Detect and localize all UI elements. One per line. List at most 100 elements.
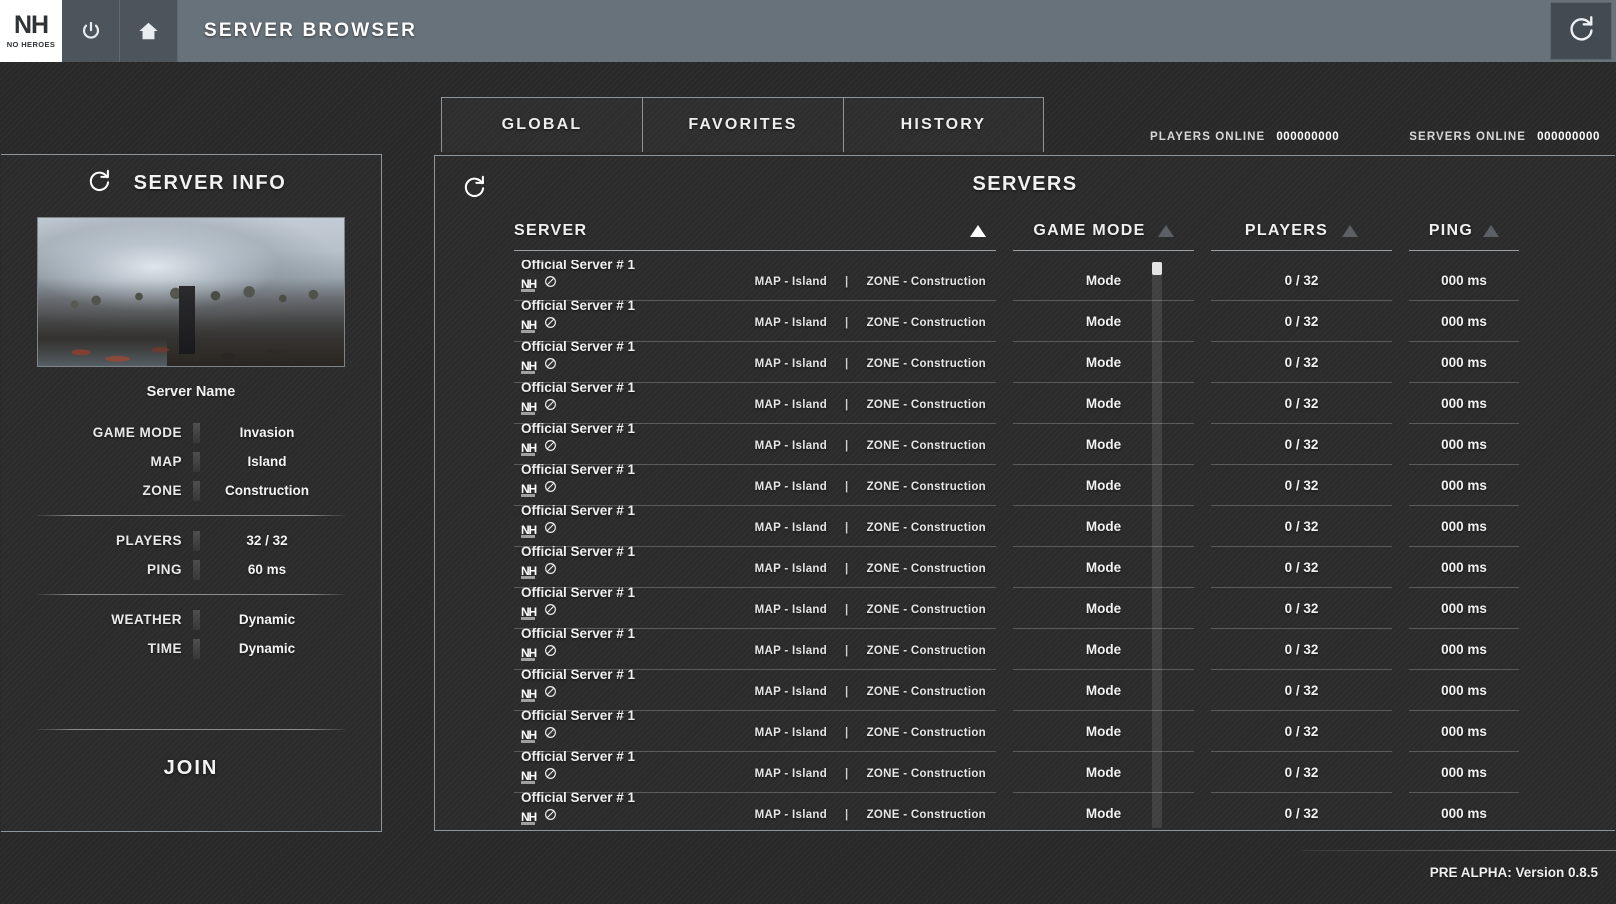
table-row[interactable]: Official Server # 1 NH MAP - Island | ZONE -… <box>514 749 1601 793</box>
table-row[interactable]: Official Server # 1 NH MAP - Island | ZONE -… <box>514 544 1601 588</box>
table-row[interactable]: Official Server # 1 NH MAP - Island | ZONE -… <box>514 462 1601 506</box>
nh-badge-icon: NH <box>521 359 537 374</box>
server-row-meta-separator: | <box>845 604 849 616</box>
power-button[interactable] <box>62 0 120 62</box>
no-entry-icon <box>544 767 557 785</box>
server-row-map: MAP - Island <box>754 604 828 616</box>
online-stats: PLAYERS ONLINE 000000000 SERVERS ONLINE … <box>1150 131 1600 143</box>
table-row[interactable]: Official Server # 1 NH MAP - Island | ZONE -… <box>514 790 1601 826</box>
server-cell[interactable]: Official Server # 1 NH MAP - Island | ZONE -… <box>514 339 996 383</box>
server-row-name: Official Server # 1 <box>521 380 636 395</box>
server-row-map: MAP - Island <box>754 481 828 493</box>
table-row[interactable]: Official Server # 1 NH MAP - Island | ZONE -… <box>514 380 1601 424</box>
table-row[interactable]: Official Server # 1 NH MAP - Island | ZONE -… <box>514 708 1601 752</box>
game-mode-cell: Mode <box>1013 260 1194 301</box>
info-value-ping: 60 ms <box>247 562 287 577</box>
server-cell[interactable]: Official Server # 1 NH MAP - Island | ZONE -… <box>514 462 996 506</box>
column-header-server[interactable]: SERVER <box>514 212 996 251</box>
table-row[interactable]: Official Server # 1 NH MAP - Island | ZONE -… <box>514 260 1601 301</box>
no-entry-icon <box>544 357 557 375</box>
tab-global[interactable]: GLOBAL <box>441 97 642 152</box>
column-header-game-mode[interactable]: GAME MODE <box>1013 212 1194 251</box>
players-cell: 0 / 32 <box>1211 260 1392 301</box>
server-row-icons: NH <box>521 480 557 498</box>
tab-favorites[interactable]: FAVORITES <box>642 97 843 152</box>
sort-arrow-server-icon[interactable] <box>970 225 986 237</box>
tab-history[interactable]: HISTORY <box>843 97 1044 152</box>
server-row-meta-separator: | <box>845 686 849 698</box>
power-icon <box>80 20 102 42</box>
header-refresh-button[interactable] <box>1550 2 1612 60</box>
home-button[interactable] <box>120 0 178 62</box>
server-row-zone: ZONE - Construction <box>866 522 986 534</box>
server-row-map: MAP - Island <box>754 686 828 698</box>
server-cell[interactable]: Official Server # 1 NH MAP - Island | ZONE -… <box>514 585 996 629</box>
table-row[interactable]: Official Server # 1 NH MAP - Island | ZONE -… <box>514 626 1601 670</box>
server-cell[interactable]: Official Server # 1 NH MAP - Island | ZONE -… <box>514 790 996 826</box>
ping-cell: 000 ms <box>1409 301 1519 342</box>
server-cell[interactable]: Official Server # 1 NH MAP - Island | ZONE -… <box>514 298 996 342</box>
info-value-time: Dynamic <box>238 641 296 656</box>
players-cell: 0 / 32 <box>1211 301 1392 342</box>
server-info-group-bottom: WEATHER Dynamic TIME Dynamic <box>37 605 345 663</box>
servers-table-body[interactable]: Official Server # 1 NH MAP - Island | ZONE -… <box>514 260 1601 826</box>
server-row-meta: MAP - Island | ZONE - Construction <box>755 440 986 452</box>
no-entry-icon <box>544 644 557 662</box>
server-row-icons: NH <box>521 398 557 416</box>
server-row-zone: ZONE - Construction <box>866 563 986 575</box>
sort-arrow-players-icon[interactable] <box>1342 225 1359 237</box>
table-row[interactable]: Official Server # 1 NH MAP - Island | ZONE -… <box>514 503 1601 547</box>
ping-cell: 000 ms <box>1409 670 1519 711</box>
players-cell: 0 / 32 <box>1211 342 1392 383</box>
info-value-zone: Construction <box>225 483 309 498</box>
server-row-map: MAP - Island <box>754 768 828 780</box>
servers-refresh-button[interactable] <box>461 174 487 205</box>
players-cell: 0 / 32 <box>1211 506 1392 547</box>
top-header-bar: NH NO HEROES SERVER BROWSER <box>0 0 1616 62</box>
server-cell[interactable]: Official Server # 1 NH MAP - Island | ZONE -… <box>514 544 996 588</box>
join-divider <box>37 729 345 730</box>
server-cell[interactable]: Official Server # 1 NH MAP - Island | ZONE -… <box>514 260 996 301</box>
table-row[interactable]: Official Server # 1 NH MAP - Island | ZONE -… <box>514 585 1601 629</box>
table-row[interactable]: Official Server # 1 NH MAP - Island | ZONE -… <box>514 339 1601 383</box>
ping-cell: 000 ms <box>1409 711 1519 752</box>
players-cell: 0 / 32 <box>1211 588 1392 629</box>
server-row-meta-separator: | <box>845 809 849 821</box>
nh-badge-icon: NH <box>521 728 537 743</box>
servers-scrollbar[interactable] <box>1152 262 1162 828</box>
server-row-zone: ZONE - Construction <box>866 768 986 780</box>
servers-scrollbar-thumb[interactable] <box>1152 262 1162 275</box>
server-info-group-top: GAME MODE Invasion MAP Island ZONE Const… <box>37 418 345 505</box>
table-row[interactable]: Official Server # 1 NH MAP - Island | ZONE -… <box>514 667 1601 711</box>
server-cell[interactable]: Official Server # 1 NH MAP - Island | ZONE -… <box>514 380 996 424</box>
server-row-zone: ZONE - Construction <box>866 604 986 616</box>
info-label-ping: PING <box>146 562 182 577</box>
column-header-players[interactable]: PLAYERS <box>1211 212 1392 251</box>
servers-online-label: SERVERS ONLINE <box>1409 131 1527 143</box>
column-header-ping[interactable]: PING <box>1409 212 1519 251</box>
sort-arrow-game-mode-icon[interactable] <box>1157 225 1174 237</box>
sort-arrow-ping-icon[interactable] <box>1483 225 1500 237</box>
server-cell[interactable]: Official Server # 1 NH MAP - Island | ZONE -… <box>514 749 996 793</box>
server-cell[interactable]: Official Server # 1 NH MAP - Island | ZONE -… <box>514 503 996 547</box>
server-cell[interactable]: Official Server # 1 NH MAP - Island | ZONE -… <box>514 708 996 752</box>
server-cell[interactable]: Official Server # 1 NH MAP - Island | ZONE -… <box>514 667 996 711</box>
server-row-map: MAP - Island <box>754 317 828 329</box>
game-mode-cell: Mode <box>1013 465 1194 506</box>
info-value-map: Island <box>247 454 287 469</box>
no-entry-icon <box>544 480 557 498</box>
server-cell[interactable]: Official Server # 1 NH MAP - Island | ZONE -… <box>514 421 996 465</box>
server-row-icons: NH <box>521 603 557 621</box>
servers-panel-header: SERVERS <box>435 156 1615 212</box>
server-row-meta: MAP - Island | ZONE - Construction <box>755 809 986 821</box>
server-info-refresh-button[interactable] <box>86 168 112 199</box>
server-row-meta: MAP - Island | ZONE - Construction <box>755 768 986 780</box>
info-label-map: MAP <box>150 454 182 469</box>
table-row[interactable]: Official Server # 1 NH MAP - Island | ZONE -… <box>514 421 1601 465</box>
join-button[interactable]: JOIN <box>1 757 381 780</box>
server-row-zone: ZONE - Construction <box>866 727 986 739</box>
no-entry-icon <box>544 726 557 744</box>
server-cell[interactable]: Official Server # 1 NH MAP - Island | ZONE -… <box>514 626 996 670</box>
server-row-name: Official Server # 1 <box>521 585 636 600</box>
table-row[interactable]: Official Server # 1 NH MAP - Island | ZONE -… <box>514 298 1601 342</box>
